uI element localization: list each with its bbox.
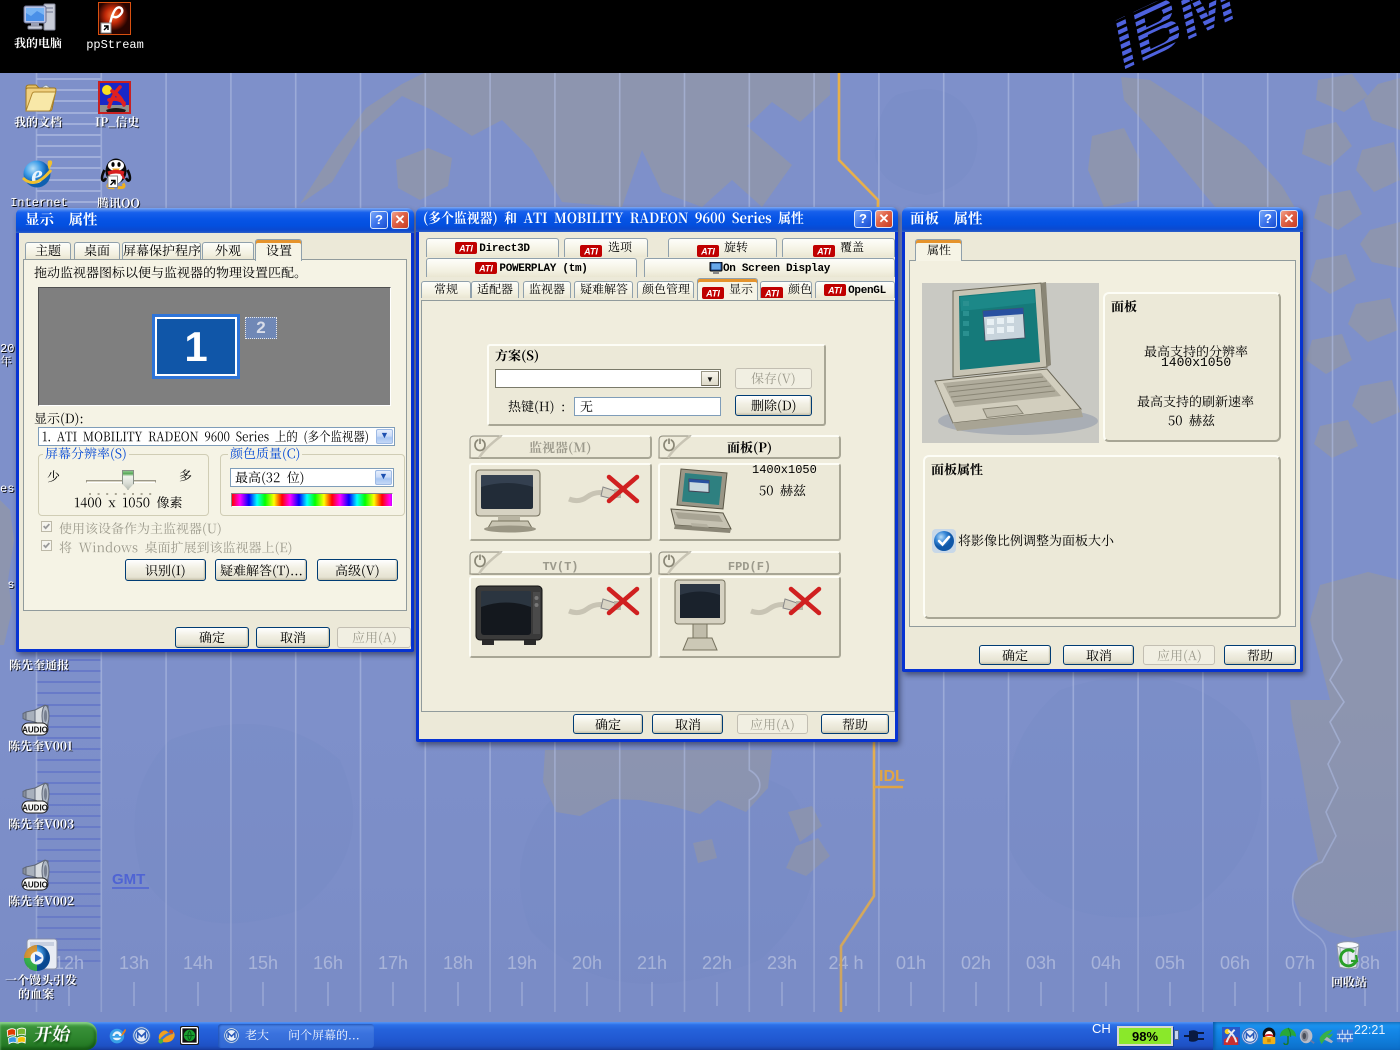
svg-text:AUDIO: AUDIO (22, 881, 48, 890)
svg-text:ATI: ATI (700, 246, 715, 256)
svg-text:ATI: ATI (827, 286, 842, 296)
svg-text:ATI: ATI (816, 246, 831, 256)
svg-text:ATI: ATI (478, 264, 493, 274)
svg-text:e: e (31, 160, 43, 189)
svg-text:ATI: ATI (458, 244, 473, 254)
svg-text:ATI: ATI (764, 288, 779, 298)
svg-text:AUDIO: AUDIO (22, 726, 48, 735)
svg-text:ATI: ATI (705, 288, 720, 298)
svg-text:ATI: ATI (583, 246, 598, 256)
svg-text:AUDIO: AUDIO (22, 804, 48, 813)
